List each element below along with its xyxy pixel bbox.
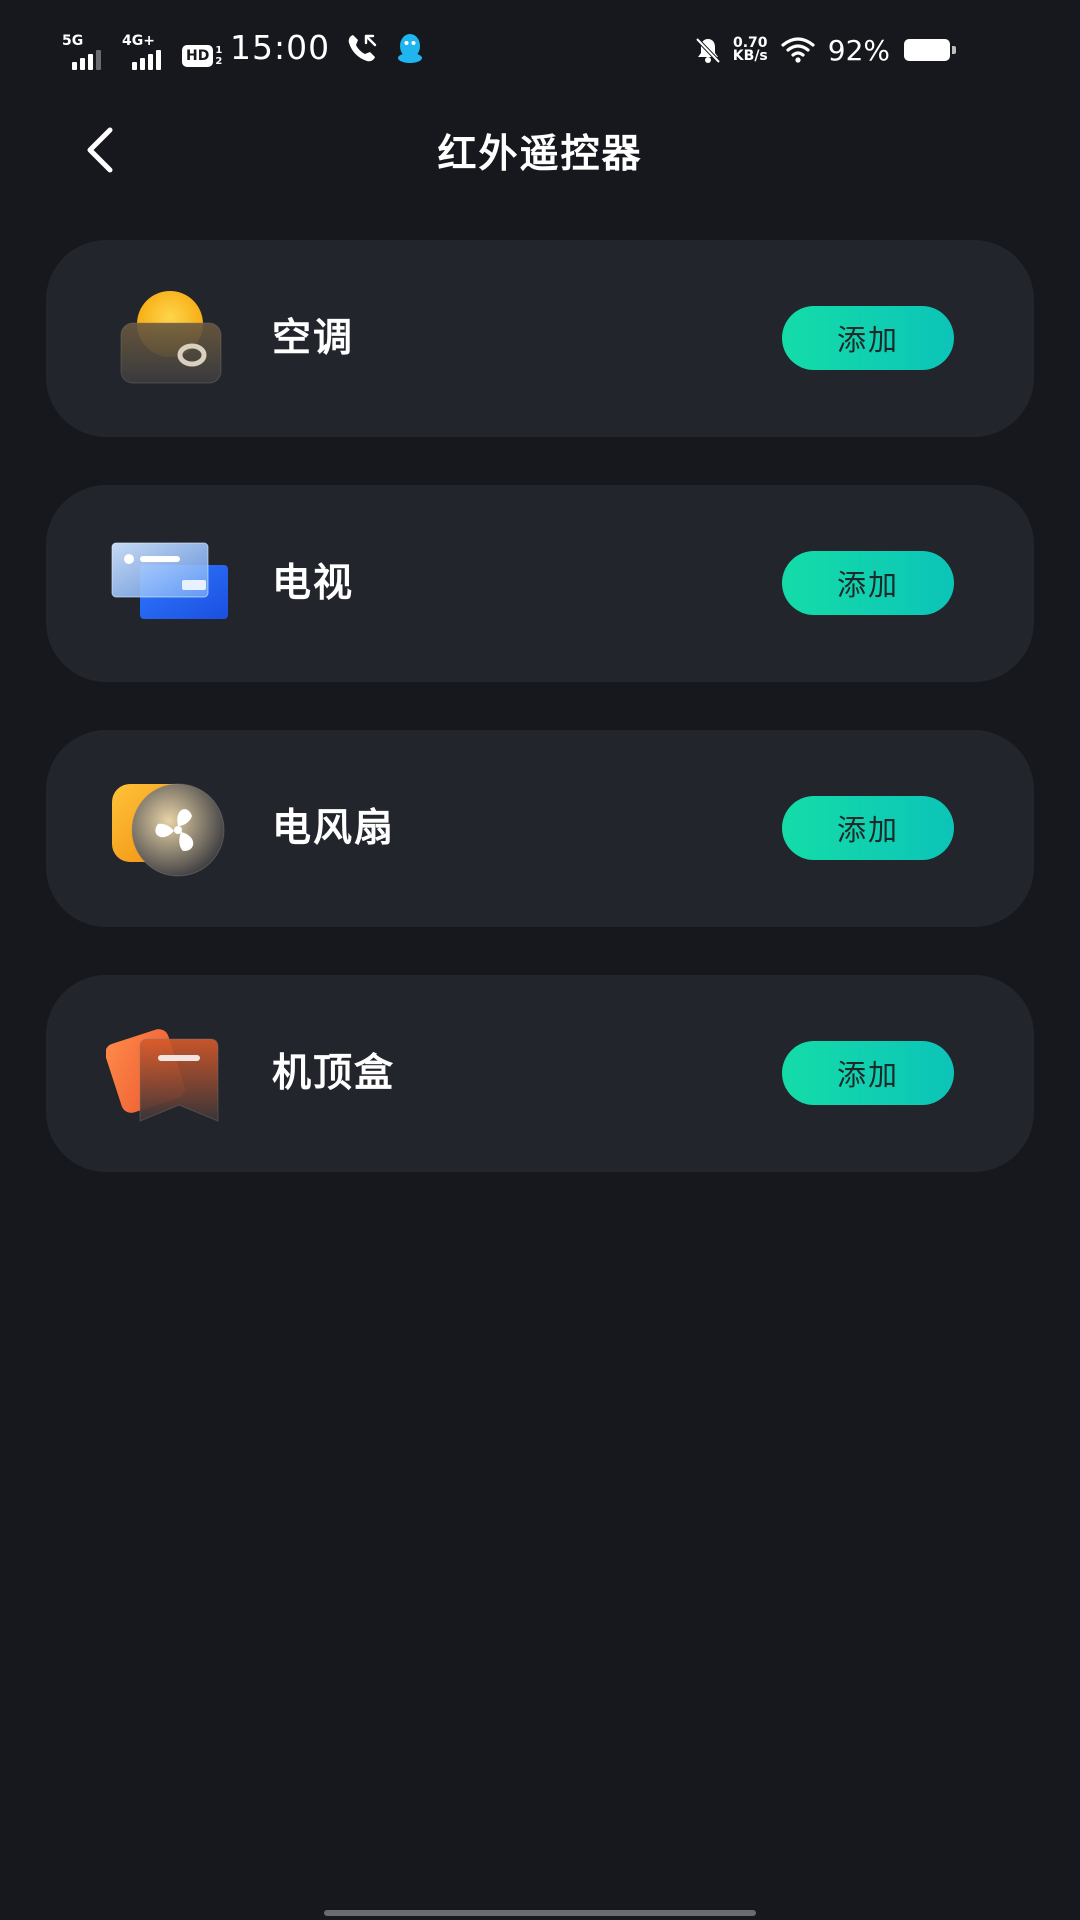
device-name: 电视	[272, 561, 355, 606]
device-name: 空调	[272, 316, 355, 361]
add-air-conditioner-button[interactable]: 添加	[782, 306, 954, 370]
add-tv-button[interactable]: 添加	[782, 551, 954, 615]
hd-fraction-top: 1	[215, 45, 223, 56]
hd-label: HD	[182, 45, 214, 67]
status-time: 15:00	[230, 28, 331, 67]
mute-bell-icon	[695, 37, 721, 64]
device-list: 空调 添加 电视 添加 电风扇 添加 机顶盒 添加	[46, 240, 1034, 1220]
speed-unit: KB/s	[732, 48, 768, 64]
add-set-top-box-button[interactable]: 添加	[782, 1041, 954, 1105]
status-bar: 5G 4G+ HD 12 15:00 0.70 KB/s 92%	[0, 0, 1080, 96]
air-conditioner-icon	[120, 291, 222, 384]
network-4g-label: 4G+	[122, 33, 155, 49]
device-name: 电风扇	[272, 806, 396, 851]
device-card-air-conditioner: 空调 添加	[46, 240, 1034, 437]
network-5g-label: 5G	[62, 33, 84, 49]
wifi-icon	[781, 37, 815, 63]
qq-icon	[398, 34, 423, 63]
tv-icon	[111, 542, 228, 619]
page-title: 红外遥控器	[437, 132, 643, 177]
hd-fraction-bottom: 2	[215, 56, 223, 67]
network-speed: 0.70 KB/s	[732, 36, 768, 64]
set-top-box-icon	[106, 1029, 219, 1122]
header: 红外遥控器	[0, 96, 1080, 206]
fan-icon	[112, 783, 225, 877]
device-card-fan: 电风扇 添加	[46, 730, 1034, 927]
home-indicator[interactable]	[324, 1910, 756, 1916]
hd-voice-icon: HD 12	[182, 42, 222, 70]
battery-percent: 92%	[827, 33, 890, 67]
signal-5g-icon: 5G	[62, 34, 112, 70]
call-icon	[348, 34, 377, 62]
signal-4g-icon: 4G+	[122, 34, 172, 70]
device-card-tv: 电视 添加	[46, 485, 1034, 682]
battery-icon	[904, 39, 956, 61]
device-card-set-top-box: 机顶盒 添加	[46, 975, 1034, 1172]
device-name: 机顶盒	[272, 1051, 396, 1096]
add-fan-button[interactable]: 添加	[782, 796, 954, 860]
